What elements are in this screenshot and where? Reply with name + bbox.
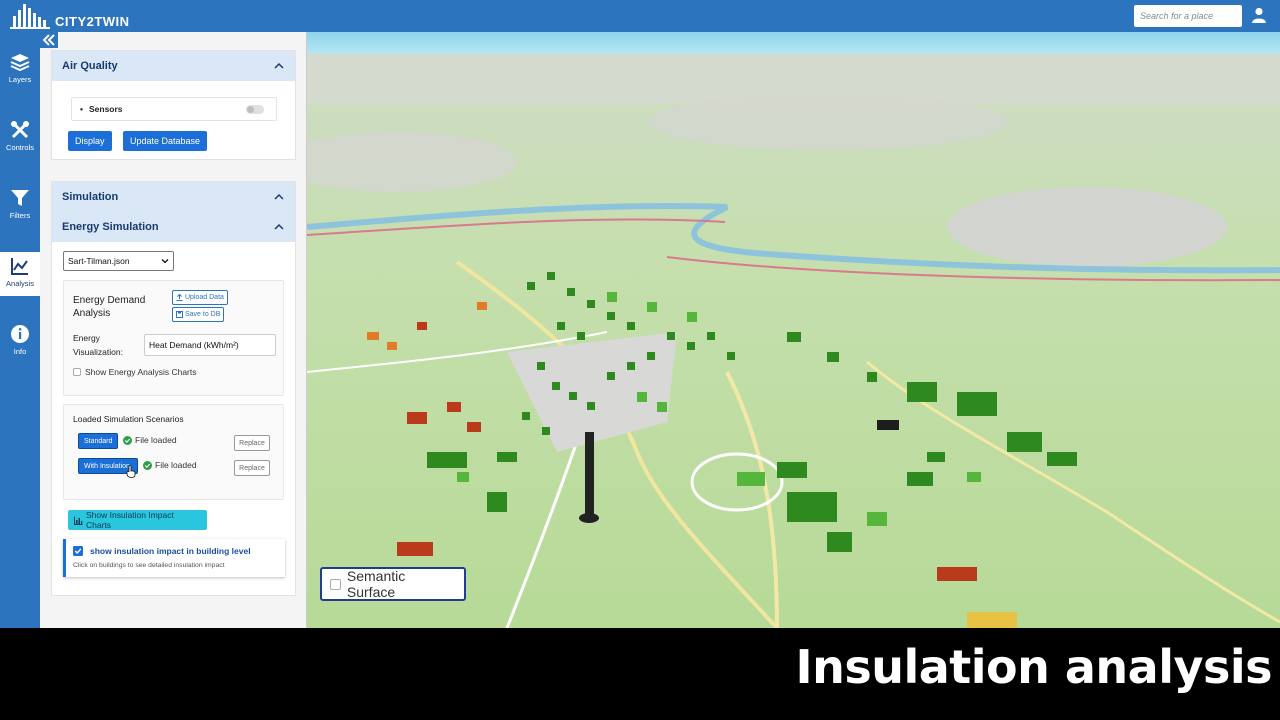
semantic-surface-checkbox[interactable] xyxy=(330,578,341,590)
save-to-db-button[interactable]: Save to DB xyxy=(172,307,225,322)
loaded-scenarios-section: Loaded Simulation Scenarios Standard Fil… xyxy=(63,404,284,500)
chevron-up-icon[interactable] xyxy=(273,221,285,233)
energy-demand-title-line1: Energy Demand xyxy=(73,295,146,306)
air-quality-title: Air Quality xyxy=(62,60,118,72)
energy-simulation-header[interactable]: Energy Simulation xyxy=(52,212,295,242)
app-root: CITY2TWIN Layers Controls xyxy=(0,0,1280,720)
scenario-status: File loaded xyxy=(135,435,177,445)
scenario-name: Standard xyxy=(84,437,113,445)
bullet-icon: • xyxy=(80,104,83,114)
chart-icon xyxy=(11,258,28,275)
top-bar: CITY2TWIN xyxy=(0,0,1280,32)
upload-icon xyxy=(176,294,183,301)
show-insulation-charts-button[interactable]: Show Insulation Impact Charts xyxy=(68,510,207,530)
air-quality-card: Air Quality • Sensors Display Update Dat… xyxy=(51,50,296,160)
rail-item-layers[interactable]: Layers xyxy=(0,48,40,92)
simulation-title: Simulation xyxy=(62,191,119,203)
left-nav-rail: Layers Controls Filters Analysis Info xyxy=(0,32,40,628)
scenario-status: File loaded xyxy=(155,460,197,470)
sensors-toggle[interactable] xyxy=(246,105,264,114)
save-icon xyxy=(176,311,183,318)
show-energy-charts-label: Show Energy Analysis Charts xyxy=(85,367,197,377)
chevron-up-icon[interactable] xyxy=(273,60,285,72)
scenarios-title: Loaded Simulation Scenarios xyxy=(73,414,184,424)
energy-demand-section: Energy Demand Analysis Upload Data Save … xyxy=(63,280,284,396)
rail-item-info[interactable]: Info xyxy=(0,320,40,364)
replace-standard-button[interactable]: Replace xyxy=(234,435,270,451)
rail-item-controls[interactable]: Controls xyxy=(0,116,40,160)
collapse-panel-button[interactable] xyxy=(40,32,58,48)
analysis-panel: Air Quality • Sensors Display Update Dat… xyxy=(40,32,307,628)
simulation-file-value: Sart-Tilman.json xyxy=(68,256,130,266)
semantic-surface-toggle[interactable]: Semantic Surface xyxy=(320,567,466,601)
rail-label: Analysis xyxy=(6,279,34,288)
check-circle-icon xyxy=(123,436,132,445)
sensors-row: • Sensors xyxy=(71,97,277,121)
energy-visualization-value: Heat Demand (kWh/m²) xyxy=(149,340,239,350)
upload-data-label: Upload Data xyxy=(185,294,224,301)
scenario-name: With Insulation xyxy=(84,462,130,470)
scenario-standard-button[interactable]: Standard xyxy=(78,433,119,449)
app-title: CITY2TWIN xyxy=(55,14,130,29)
replace-insulation-button[interactable]: Replace xyxy=(234,460,270,476)
rail-label: Controls xyxy=(6,143,34,152)
check-circle-icon xyxy=(143,461,152,470)
simulation-file-select[interactable]: Sart-Tilman.json xyxy=(63,251,174,271)
show-energy-charts-checkbox[interactable] xyxy=(73,368,81,376)
hand-cursor-icon xyxy=(126,465,136,478)
tools-icon xyxy=(11,121,29,139)
building-level-hint: Click on buildings to see detailed insul… xyxy=(73,562,225,569)
building-level-impact-box: show insulation impact in building level… xyxy=(63,539,285,577)
checkbox-checked-icon[interactable] xyxy=(73,546,83,556)
rail-label: Info xyxy=(13,347,27,356)
energy-visualization-select[interactable]: Heat Demand (kWh/m²) xyxy=(144,334,276,356)
simulation-card: Simulation Energy Simulation Sart-Tilman… xyxy=(51,181,296,596)
update-database-button[interactable]: Update Database xyxy=(123,131,208,151)
simulation-header[interactable]: Simulation xyxy=(52,182,295,212)
double-chevron-left-icon xyxy=(42,34,55,46)
show-insulation-charts-label: Show Insulation Impact Charts xyxy=(85,510,174,530)
chevron-down-icon xyxy=(161,259,169,264)
chevron-up-icon[interactable] xyxy=(273,191,285,203)
user-icon[interactable] xyxy=(1250,6,1268,24)
rail-item-filters[interactable]: Filters xyxy=(0,184,40,228)
energy-simulation-title: Energy Simulation xyxy=(62,221,159,233)
energy-demand-title-line2: Analysis xyxy=(73,308,111,319)
map-view[interactable] xyxy=(307,32,1280,628)
sensors-label: Sensors xyxy=(88,104,123,114)
air-quality-header[interactable]: Air Quality xyxy=(52,51,295,81)
upload-data-button[interactable]: Upload Data xyxy=(172,290,228,305)
rail-label: Filters xyxy=(9,211,31,220)
save-to-db-label: Save to DB xyxy=(185,311,221,318)
info-icon xyxy=(11,325,29,343)
map-canvas[interactable] xyxy=(307,32,1280,628)
semantic-surface-label: Semantic Surface xyxy=(346,568,406,600)
layers-icon xyxy=(10,54,30,72)
energy-viz-label-line2: Visualization: xyxy=(73,347,123,357)
rail-item-analysis[interactable]: Analysis xyxy=(0,252,40,296)
rail-label: Layers xyxy=(8,75,32,84)
video-caption-text: Insulation analysis xyxy=(795,640,1272,694)
bar-chart-icon xyxy=(74,516,83,525)
building-level-label: show insulation impact in building level xyxy=(90,546,251,556)
filter-icon xyxy=(11,190,29,206)
display-button[interactable]: Display xyxy=(68,131,112,151)
place-search-input[interactable] xyxy=(1134,5,1242,27)
energy-viz-label-line1: Energy xyxy=(73,333,100,343)
